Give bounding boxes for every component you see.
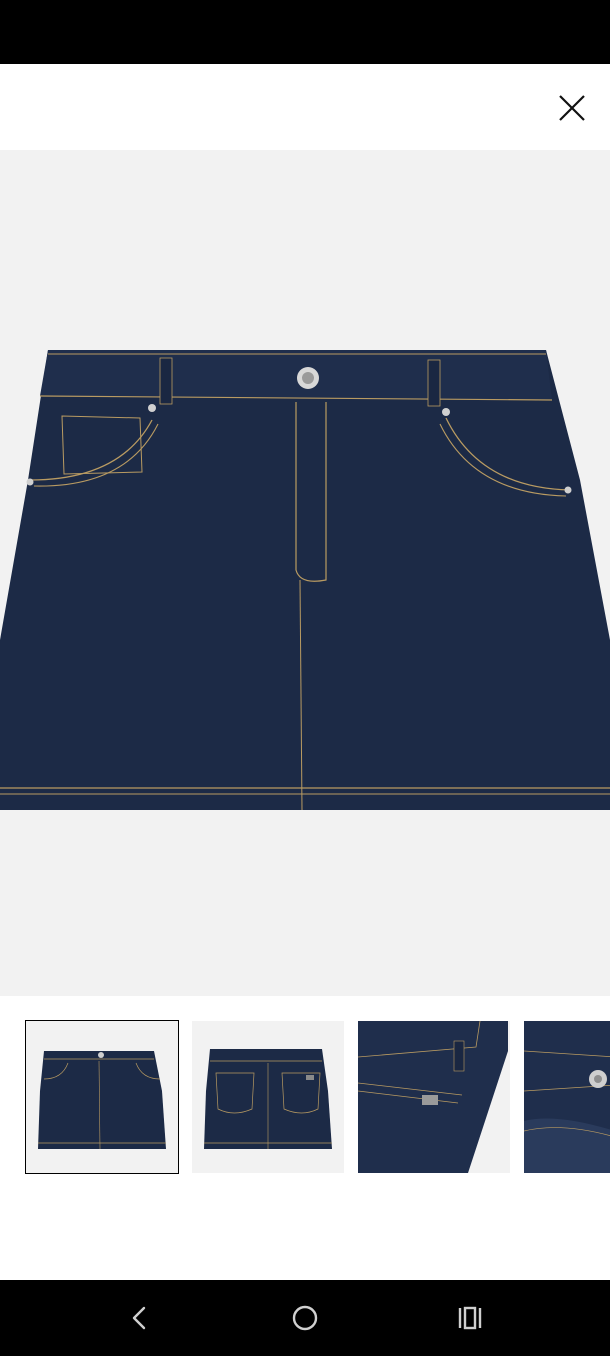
thumbnail-pocket-detail[interactable] [358,1021,510,1173]
back-button[interactable] [120,1298,160,1338]
thumbnail-image [38,1051,166,1150]
product-image-viewer[interactable] [0,150,610,996]
close-icon [559,95,585,121]
recents-button[interactable] [450,1298,490,1338]
system-nav-bar [0,1280,610,1356]
home-icon [292,1305,318,1331]
back-icon [132,1306,146,1330]
thumbnail-image [358,1021,508,1173]
thumbnail-front[interactable] [25,1020,179,1174]
thumbnail-back[interactable] [192,1021,344,1173]
thumbnail-image [204,1049,332,1149]
thumbnail-strip[interactable] [0,1020,610,1174]
status-bar [0,0,610,64]
top-bar [0,64,610,150]
thumbnail-waistband-detail[interactable] [524,1021,610,1173]
product-image-skirt-front[interactable] [0,340,610,840]
close-button[interactable] [556,92,588,124]
thumbnail-image [524,1021,610,1173]
recents-icon [458,1306,482,1330]
home-button[interactable] [285,1298,325,1338]
